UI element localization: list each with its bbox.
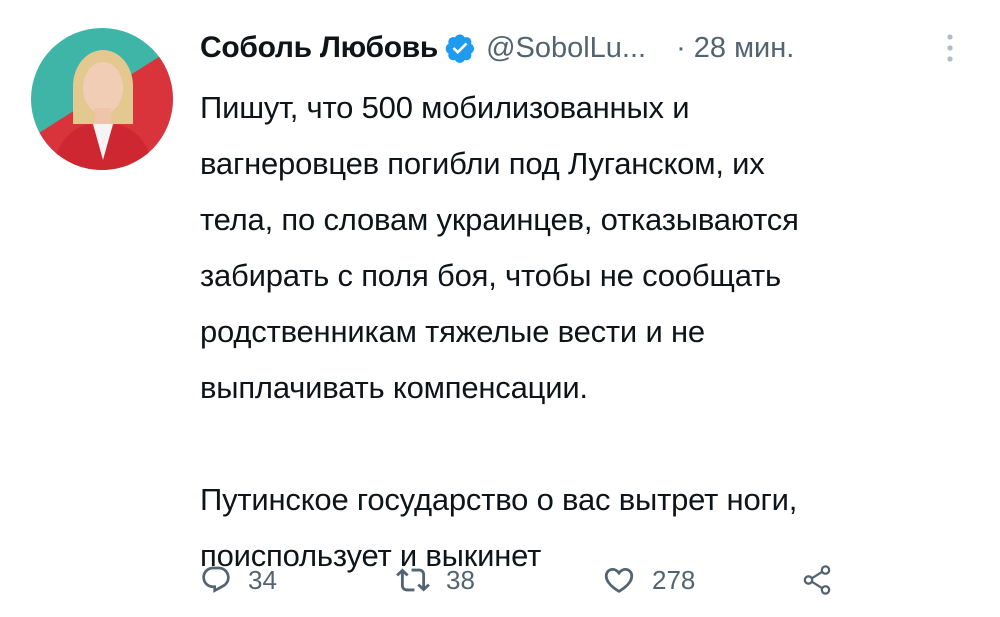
- tweet-text-paragraph: Пишут, что 500 мобилизованных и вагнеров…: [200, 90, 799, 405]
- reply-count: 34: [248, 564, 277, 595]
- tweet-text: Пишут, что 500 мобилизованных и вагнеров…: [200, 80, 980, 615]
- retweet-button[interactable]: 38: [396, 555, 475, 605]
- verified-badge-icon: [444, 32, 476, 64]
- header-separator: ·: [676, 31, 686, 64]
- share-icon: [800, 563, 834, 597]
- heart-icon: [602, 563, 636, 597]
- reply-button[interactable]: 34: [200, 555, 277, 605]
- like-button[interactable]: 278: [602, 555, 695, 605]
- retweet-count: 38: [446, 564, 475, 595]
- timestamp[interactable]: 28 мин.: [694, 32, 795, 65]
- tweet-card[interactable]: Соболь Любовь @SobolLu... · 28 мин. Пишу…: [0, 0, 1000, 617]
- avatar-photo: [31, 28, 173, 170]
- author-name[interactable]: Соболь Любовь: [200, 31, 438, 65]
- tweet-header: Соболь Любовь @SobolLu... · 28 мин.: [200, 26, 980, 70]
- author-handle[interactable]: @SobolLu...: [486, 32, 646, 65]
- tweet-actions: 34 38 278: [200, 555, 980, 605]
- more-vertical-icon[interactable]: [943, 29, 957, 67]
- reply-icon: [200, 564, 232, 596]
- like-count: 278: [652, 564, 696, 595]
- avatar[interactable]: [31, 28, 173, 170]
- share-button[interactable]: [800, 555, 834, 605]
- retweet-icon: [396, 563, 430, 597]
